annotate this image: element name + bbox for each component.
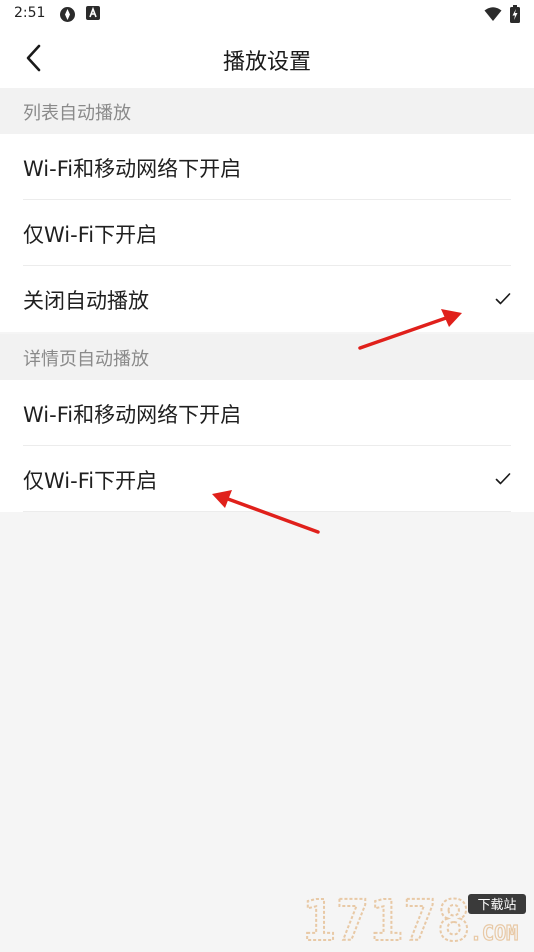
section-title: 列表自动播放 (23, 103, 131, 124)
checkmark-icon (495, 473, 511, 485)
option-list-off[interactable]: 关闭自动播放 (0, 266, 534, 332)
option-label: 关闭自动播放 (23, 289, 149, 313)
watermark-tag: 下载站 (477, 898, 516, 913)
section-title: 详情页自动播放 (23, 349, 149, 370)
watermark-logo: 17178 下载站 .COM (301, 888, 528, 952)
wifi-icon (484, 7, 502, 21)
watermark-domain: .COM (470, 921, 518, 945)
option-label: 仅Wi-Fi下开启 (23, 469, 158, 493)
option-detail-wifi-only[interactable]: 仅Wi-Fi下开启 (0, 446, 534, 512)
option-list-wifi-and-mobile[interactable]: Wi-Fi和移动网络下开启 (0, 134, 534, 200)
checkmark-icon (495, 293, 511, 305)
option-label: Wi-Fi和移动网络下开启 (23, 403, 242, 427)
option-list-wifi-only[interactable]: 仅Wi-Fi下开启 (0, 200, 534, 266)
option-label: 仅Wi-Fi下开启 (23, 223, 158, 247)
status-right-icons (484, 5, 520, 23)
page-title: 播放设置 (222, 50, 311, 75)
section-header-list-autoplay: 列表自动播放 (0, 88, 534, 134)
settings-app-icon (60, 7, 75, 22)
option-label: Wi-Fi和移动网络下开启 (23, 157, 242, 181)
battery-charging-icon (510, 5, 520, 23)
watermark-number: 17178 (302, 890, 471, 948)
watermark-graphic: 17178 下载站 .COM (301, 888, 526, 952)
section-header-detail-autoplay: 详情页自动播放 (0, 334, 534, 380)
a-app-icon (86, 6, 100, 20)
option-detail-wifi-and-mobile[interactable]: Wi-Fi和移动网络下开启 (0, 380, 534, 446)
divider (23, 511, 511, 512)
status-time: 2:51 (14, 5, 46, 21)
status-bar: 2:51 (0, 0, 534, 28)
header: 播放设置 (0, 28, 534, 88)
